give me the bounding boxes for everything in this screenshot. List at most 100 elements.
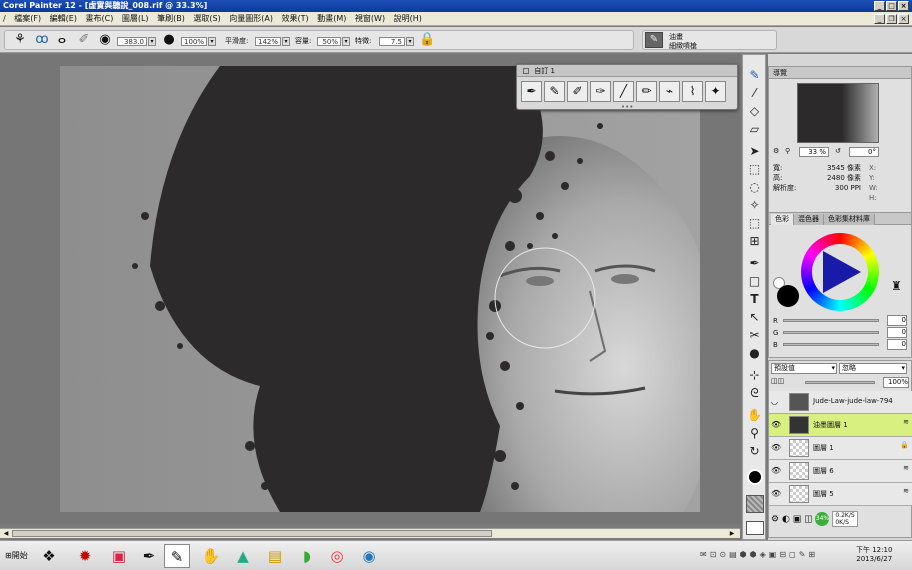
game-app-icon[interactable]: ✹: [72, 544, 98, 568]
menu-canvas[interactable]: 畫布(C): [82, 12, 116, 26]
scroll-thumb[interactable]: [12, 530, 492, 537]
pen-tool-icon[interactable]: ✒: [746, 255, 763, 271]
size-field[interactable]: 383.0: [117, 37, 147, 46]
main-color-swatch[interactable]: [747, 469, 763, 485]
brush-preset-icon[interactable]: ✏: [636, 81, 657, 102]
mirror-tool-icon[interactable]: ᘓ: [746, 385, 763, 401]
menu-shapes[interactable]: 向量圖形(A): [226, 12, 276, 26]
r-value[interactable]: 0: [887, 315, 907, 326]
layer-opacity-slider[interactable]: [805, 381, 875, 384]
layer-row[interactable]: 👁 圖層 6 ≋: [769, 460, 912, 483]
new-layer-icon[interactable]: ▣: [793, 515, 802, 525]
clone-tool-icon[interactable]: ✂: [746, 327, 763, 343]
minimize-button[interactable]: _: [874, 1, 885, 11]
rotate-page-icon[interactable]: ↻: [746, 443, 763, 459]
windows-explorer-icon[interactable]: ❖: [36, 544, 62, 568]
paint-bucket-icon[interactable]: ◇: [746, 103, 763, 119]
brush-preset-icon[interactable]: ✑: [590, 81, 611, 102]
divine-proportion-icon[interactable]: ⊹: [746, 367, 763, 383]
magnifier-icon[interactable]: ⚲: [746, 425, 763, 441]
color-wheel[interactable]: [801, 233, 879, 311]
b-slider[interactable]: [783, 343, 879, 346]
app-menu-icon[interactable]: ∕: [0, 12, 9, 26]
smoothing-field[interactable]: 142%: [255, 37, 281, 46]
navigator-thumbnail[interactable]: [797, 83, 879, 143]
lock-icon[interactable]: 🔒: [419, 32, 435, 48]
stroke-straight-icon[interactable]: ⴰ: [53, 32, 71, 48]
menu-movie[interactable]: 動畫(M): [314, 12, 349, 26]
layer-visibility-icon[interactable]: 👁: [771, 420, 781, 429]
crop-tool-icon[interactable]: ⊞: [746, 233, 763, 249]
lasso-icon[interactable]: ◌: [746, 179, 763, 195]
brush-reset-icon[interactable]: ⚘: [11, 32, 29, 48]
r-slider[interactable]: [783, 319, 879, 322]
zoom-field[interactable]: 33 %: [799, 147, 829, 157]
rectangle-tool-icon[interactable]: □: [746, 273, 763, 289]
menu-window[interactable]: 視窗(W): [352, 12, 388, 26]
magic-wand-icon[interactable]: ✧: [746, 197, 763, 213]
mask-icon[interactable]: ◫: [804, 515, 813, 525]
brush-ghost-icon[interactable]: ✐: [75, 32, 93, 48]
airbrush-preset-icon[interactable]: ⌇: [682, 81, 703, 102]
grabber-hand-icon[interactable]: ✋: [746, 407, 763, 423]
canvas[interactable]: [60, 66, 700, 512]
settings-icon[interactable]: ⚙: [773, 147, 779, 155]
opacity-field[interactable]: 100%: [181, 37, 207, 46]
brush-tool-icon[interactable]: ✎: [746, 67, 763, 83]
g-value[interactable]: 0: [887, 327, 907, 338]
menu-effects[interactable]: 效果(T): [279, 12, 312, 26]
layer-visibility-icon[interactable]: ◡: [771, 397, 778, 406]
system-tray-icons[interactable]: ✉⊡⊙▤⬢⬢◈▣⊟◻✎⊞: [700, 550, 818, 559]
pick-up-underlying-icon[interactable]: ◫: [778, 377, 785, 385]
palette-grip-icon[interactable]: •••: [621, 103, 633, 111]
layer-opacity-value[interactable]: 100%: [883, 377, 909, 388]
layer-row[interactable]: 👁 圖層 1 🔒: [769, 437, 912, 460]
chrome-icon[interactable]: ◎: [324, 544, 350, 568]
smoothing-dropdown[interactable]: ▾: [282, 37, 290, 46]
paper-selector[interactable]: [746, 495, 764, 513]
rotate-icon[interactable]: ↺: [835, 147, 841, 155]
line-app-icon[interactable]: ◗: [294, 544, 320, 568]
primary-color-swatch[interactable]: [777, 285, 799, 307]
clock[interactable]: 下午 12:10 2013/6/27: [856, 546, 892, 564]
b-value[interactable]: 0: [887, 339, 907, 350]
layer-row-selected[interactable]: 👁 油墨圖層 1 ≋: [769, 414, 912, 437]
file-explorer-icon[interactable]: ▤: [262, 544, 288, 568]
doc-minimize-button[interactable]: _: [874, 14, 885, 24]
media-selector[interactable]: [746, 521, 764, 535]
brush-preset-icon[interactable]: ✒: [521, 81, 542, 102]
brush-preset-icon[interactable]: ✐: [567, 81, 588, 102]
maximize-button[interactable]: □: [886, 1, 897, 11]
eraser-tool-icon[interactable]: ▱: [746, 121, 763, 137]
size-dropdown[interactable]: ▾: [148, 37, 156, 46]
composite-method-select[interactable]: 預設值 ▾: [771, 363, 837, 374]
feature-dropdown[interactable]: ▾: [406, 37, 414, 46]
composite-depth-select[interactable]: 忽略 ▾: [839, 363, 907, 374]
preserve-transparency-icon[interactable]: ◫: [771, 377, 778, 385]
saturation-triangle[interactable]: [815, 247, 865, 297]
layer-lock-icon[interactable]: 🔒: [900, 441, 909, 449]
layer-visibility-icon[interactable]: 👁: [771, 443, 781, 452]
shape-select-icon[interactable]: ↖: [746, 309, 763, 325]
g-slider[interactable]: [783, 331, 879, 334]
menu-brushes[interactable]: 筆刷(B): [154, 12, 188, 26]
stroke-freehand-icon[interactable]: ꝏ: [33, 32, 51, 48]
close-button[interactable]: ×: [898, 1, 909, 11]
text-tool-icon[interactable]: T: [746, 291, 763, 307]
layer-row[interactable]: ◡ Jude-Law-jude-law-794: [769, 391, 912, 414]
layer-visibility-icon[interactable]: 👁: [771, 466, 781, 475]
powerpoint-icon[interactable]: ▣: [106, 544, 132, 568]
airbrush-preset-icon[interactable]: ⌁: [659, 81, 680, 102]
rect-select-icon[interactable]: ⬚: [746, 161, 763, 177]
stamp-icon[interactable]: ♜: [891, 279, 902, 293]
rotation-field[interactable]: 0°: [849, 147, 879, 157]
menu-layers[interactable]: 圖層(L): [119, 12, 152, 26]
start-button[interactable]: ⊞開始: [2, 546, 31, 566]
tab-color[interactable]: 色彩: [771, 214, 794, 225]
tab-color-sets[interactable]: 色彩集材料庫: [824, 214, 875, 225]
menu-select[interactable]: 選取(S): [190, 12, 223, 26]
zoom-icon[interactable]: ⚲: [785, 147, 790, 155]
painter-active-icon[interactable]: ✎: [164, 544, 190, 568]
hand-app-icon[interactable]: ✋: [198, 544, 224, 568]
palette-close-box[interactable]: [523, 68, 529, 74]
